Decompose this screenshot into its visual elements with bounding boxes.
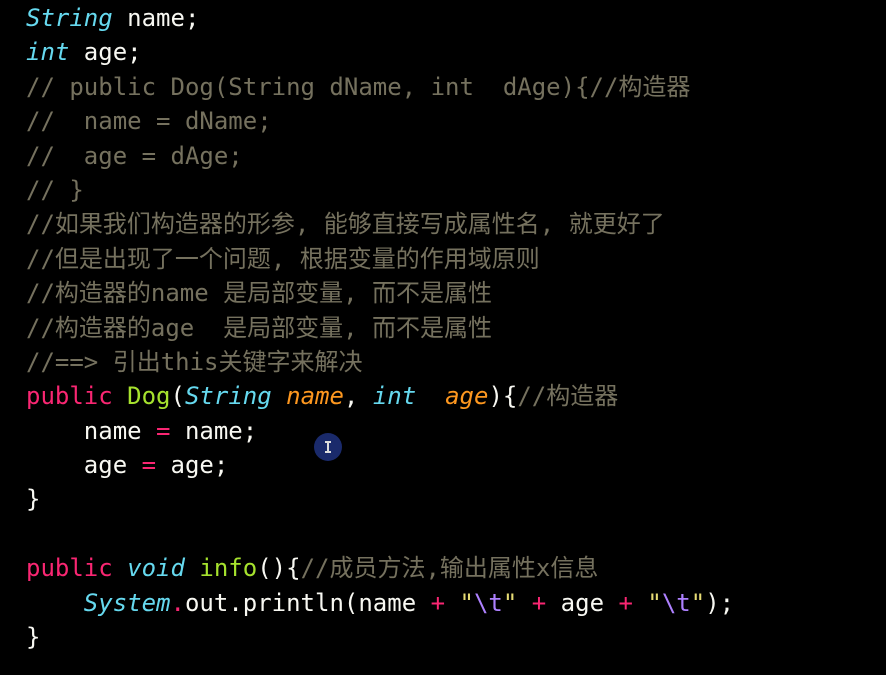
type-token: int — [26, 38, 70, 67]
code-line-17: public void info(){//成员方法,输出属性x信息 — [26, 551, 886, 585]
code-text: ); — [705, 588, 735, 617]
identifier-token: age — [83, 451, 128, 480]
code-line-9: //构造器的name 是局部变量, 而不是属性 — [26, 276, 886, 310]
comment-token: //如果我们构造器的形参, 能够直接写成属性名, 就更好了 — [26, 210, 665, 239]
comment-token: // } — [26, 175, 84, 204]
escape-token: \t — [661, 588, 691, 617]
string-quote: " — [690, 588, 706, 617]
comment-token: //构造器的age 是局部变量, 而不是属性 — [26, 313, 493, 342]
operator-token: + — [618, 588, 633, 617]
code-line-7: //如果我们构造器的形参, 能够直接写成属性名, 就更好了 — [26, 207, 886, 241]
keyword-token: public — [26, 554, 113, 583]
type-token: String — [26, 4, 113, 32]
operator-token: = — [141, 451, 157, 480]
punctuation-token: ( — [170, 382, 185, 411]
code-line-3: // public Dog(String dName, int dAge){//… — [26, 70, 886, 104]
type-token: int — [372, 382, 417, 411]
text-cursor-icon — [314, 433, 342, 461]
escape-token: \t — [473, 588, 503, 617]
string-quote: " — [459, 588, 474, 617]
identifier-token: out — [184, 588, 229, 617]
closing-brace: } — [26, 485, 41, 514]
comment-token: //==> 引出this关键字来解决 — [26, 347, 363, 376]
i-beam-icon — [325, 441, 331, 453]
code-line-8: //但是出现了一个问题, 根据变量的作用域原则 — [26, 242, 886, 276]
code-line-12: public Dog(String name, int age){//构造器 — [26, 379, 886, 413]
type-token: void — [127, 554, 185, 583]
function-name-token: info — [199, 554, 258, 583]
type-token: String — [184, 382, 272, 411]
code-text: .println(name — [228, 588, 431, 617]
identifier-token: name — [83, 416, 142, 445]
parameter-token: age — [445, 382, 489, 411]
code-line-6: // } — [26, 173, 886, 207]
function-name-token: Dog — [127, 382, 171, 411]
closing-brace: } — [26, 623, 41, 652]
code-line-18: System.out.println(name + "\t" + age + "… — [26, 586, 886, 620]
code-text: age; — [156, 451, 229, 480]
punctuation-token: , — [343, 382, 373, 411]
comment-token: //但是出现了一个问题, 根据变量的作用域原则 — [26, 244, 540, 273]
code-line-14: age = age; — [26, 448, 886, 482]
code-text: name; — [112, 4, 200, 32]
string-quote: " — [647, 588, 662, 617]
comment-token: //构造器的name 是局部变量, 而不是属性 — [26, 279, 493, 308]
operator-token: = — [156, 416, 171, 445]
code-editor[interactable]: String name; int age; // public Dog(Stri… — [0, 0, 886, 675]
code-text: age; — [69, 38, 142, 67]
keyword-token: public — [26, 382, 113, 411]
code-line-11: //==> 引出this关键字来解决 — [26, 345, 886, 379]
punctuation-token: ){ — [488, 382, 518, 411]
comment-token: //构造器 — [517, 382, 619, 411]
operator-token: + — [531, 588, 547, 617]
string-quote: " — [502, 588, 518, 617]
code-line-13: name = name; — [26, 414, 886, 448]
code-text: name; — [170, 416, 258, 445]
operator-token: + — [430, 588, 446, 617]
code-line-1: String name; — [26, 1, 886, 35]
code-line-2: int age; — [26, 35, 886, 69]
code-line-10: //构造器的age 是局部变量, 而不是属性 — [26, 311, 886, 345]
class-name-token: System — [83, 588, 171, 617]
comment-token: // name = dName; — [26, 107, 272, 136]
comment-token: //成员方法,输出属性x信息 — [300, 554, 599, 583]
comment-token: // age = dAge; — [26, 141, 243, 170]
punctuation-token: (){ — [257, 554, 301, 583]
code-line-19: } — [26, 620, 886, 654]
code-line-5: // age = dAge; — [26, 139, 886, 173]
code-text: age — [546, 588, 619, 617]
comment-token: // public Dog(String dName, int dAge){//… — [26, 72, 691, 101]
code-line-4: // name = dName; — [26, 104, 886, 138]
parameter-token: name — [286, 382, 344, 411]
code-line-15: } — [26, 482, 886, 516]
operator-token: . — [170, 588, 185, 617]
